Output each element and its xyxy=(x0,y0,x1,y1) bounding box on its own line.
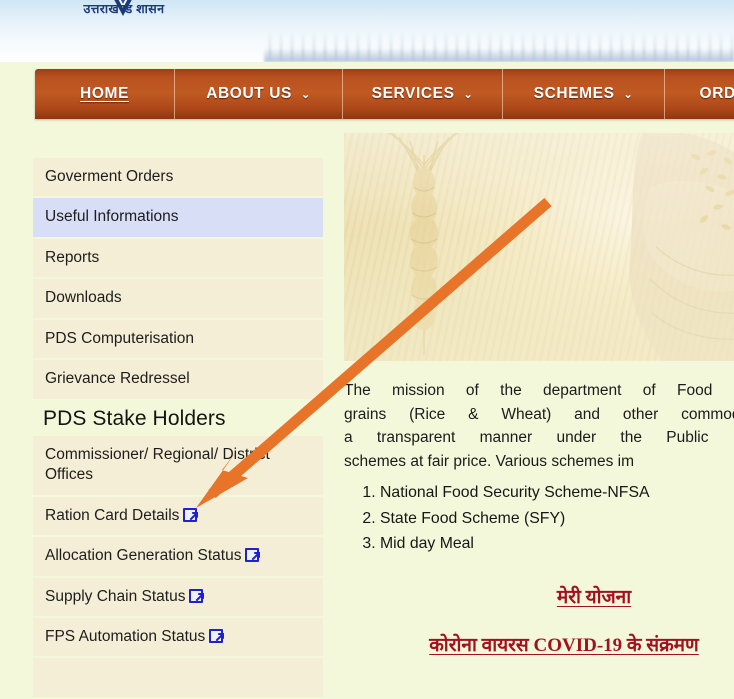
sidebar-item-label: Allocation Generation Status xyxy=(45,547,242,565)
sidebar-item-pds-computerisation[interactable]: PDS Computerisation xyxy=(33,319,323,361)
list-item: Mid day Meal xyxy=(380,531,734,557)
sidebar-item-label: Goverment Orders xyxy=(45,168,174,185)
external-link-icon xyxy=(245,548,261,563)
sidebar-item-label: FPS Automation Status xyxy=(45,627,206,645)
sidebar-item-reports[interactable]: Reports xyxy=(33,238,323,280)
sidebar-item-commissioner-regional-district-offices[interactable]: Commissioner/ Regional/ District Offices xyxy=(33,435,323,497)
hindi-announcements: मेरी योजना कोरोना वायरस COVID-19 के संक्… xyxy=(344,583,734,657)
chevron-down-icon: ⌄ xyxy=(463,88,474,101)
nav-item-home[interactable]: HOME xyxy=(35,69,175,119)
nav-item-orders[interactable]: ORDERS xyxy=(665,69,734,119)
sidebar-item-partial-below-fold[interactable] xyxy=(33,658,323,699)
main-panel: The mission of the department of Food & … xyxy=(344,133,734,657)
wheat-stalk-graphic xyxy=(387,133,460,355)
main-navigation: HOME ABOUT US ⌄ SERVICES ⌄ SCHEMES ⌄ ORD… xyxy=(35,69,734,119)
site-header: उत्तराखण्ड शासन xyxy=(0,0,734,62)
sidebar-item-label: Supply Chain Status xyxy=(45,587,186,605)
sidebar-item-label: Useful Informations xyxy=(45,208,179,226)
covid-19-advisory-link[interactable]: कोरोना वायरस COVID-19 के संक्रमण xyxy=(429,635,699,656)
sidebar-heading-pds-stake-holders: PDS Stake Holders xyxy=(43,406,226,430)
list-item: National Food Security Scheme-NFSA xyxy=(380,480,734,506)
sidebar-item-label: Ration Card Details xyxy=(45,506,180,524)
site-logo[interactable]: उत्तराखण्ड शासन xyxy=(62,0,186,56)
nav-item-services-label: SERVICES xyxy=(371,85,455,102)
sidebar: Goverment Orders Useful Informations Rep… xyxy=(33,158,323,699)
nav-item-orders-label: ORDERS xyxy=(699,85,734,102)
sidebar-item-label: PDS Computerisation xyxy=(45,329,195,347)
list-item: State Food Scheme (SFY) xyxy=(380,506,734,532)
schemes-list: National Food Security Scheme-NFSA State… xyxy=(344,480,734,557)
external-link-icon xyxy=(209,628,225,643)
sidebar-item-goverment-orders[interactable]: Goverment Orders xyxy=(33,158,323,199)
sidebar-item-downloads[interactable]: Downloads xyxy=(33,279,323,320)
nav-item-services[interactable]: SERVICES ⌄ xyxy=(343,69,503,119)
sidebar-item-fps-automation-status[interactable]: FPS Automation Status xyxy=(33,617,323,659)
emblem-caption: उत्तराखण्ड शासन xyxy=(83,2,165,16)
mission-line: schemes at fair price. Various schemes i… xyxy=(344,452,635,470)
sidebar-item-label: Grievance Redressel xyxy=(45,370,190,388)
meri-yojana-link[interactable]: मेरी योजना xyxy=(557,587,631,608)
sidebar-item-supply-chain-status[interactable]: Supply Chain Status xyxy=(33,577,323,618)
hand-holding-grain-graphic xyxy=(629,133,734,361)
mission-line: grains (Rice & Wheat) and other commodi xyxy=(344,405,734,423)
sidebar-item-grievance-redressel[interactable]: Grievance Redressel xyxy=(33,360,323,401)
nav-item-about-us[interactable]: ABOUT US ⌄ xyxy=(175,69,343,119)
mission-statement: The mission of the department of Food & … xyxy=(344,379,734,473)
sidebar-item-label: Downloads xyxy=(45,289,122,307)
page-content: Goverment Orders Useful Informations Rep… xyxy=(0,125,734,699)
mission-line: The mission of the department of Food & xyxy=(344,382,734,399)
hindi-announcement-row: कोरोना वायरस COVID-19 के संक्रमण xyxy=(344,631,734,657)
sidebar-item-allocation-generation-status[interactable]: Allocation Generation Status xyxy=(33,537,323,578)
chevron-down-icon: ⌄ xyxy=(623,88,634,101)
nav-item-home-label: HOME xyxy=(80,85,129,102)
nav-item-schemes[interactable]: SCHEMES ⌄ xyxy=(503,69,665,119)
external-link-icon xyxy=(183,507,199,522)
hero-banner-image xyxy=(344,133,734,361)
mission-line: a transparent manner under the Public D xyxy=(344,429,734,447)
sidebar-item-label: Reports xyxy=(45,248,100,266)
sidebar-item-ration-card-details[interactable]: Ration Card Details xyxy=(33,496,323,538)
nav-item-about-us-label: ABOUT US xyxy=(206,85,292,102)
sidebar-item-label: Commissioner/ Regional/ District Offices xyxy=(45,445,270,484)
nav-item-schemes-label: SCHEMES xyxy=(533,85,615,102)
header-decorative-pattern-shadow xyxy=(264,48,734,62)
chevron-down-icon: ⌄ xyxy=(300,88,311,101)
external-link-icon xyxy=(189,588,205,603)
hindi-announcement-row: मेरी योजना xyxy=(344,583,734,609)
sidebar-item-useful-informations[interactable]: Useful Informations xyxy=(33,198,323,239)
